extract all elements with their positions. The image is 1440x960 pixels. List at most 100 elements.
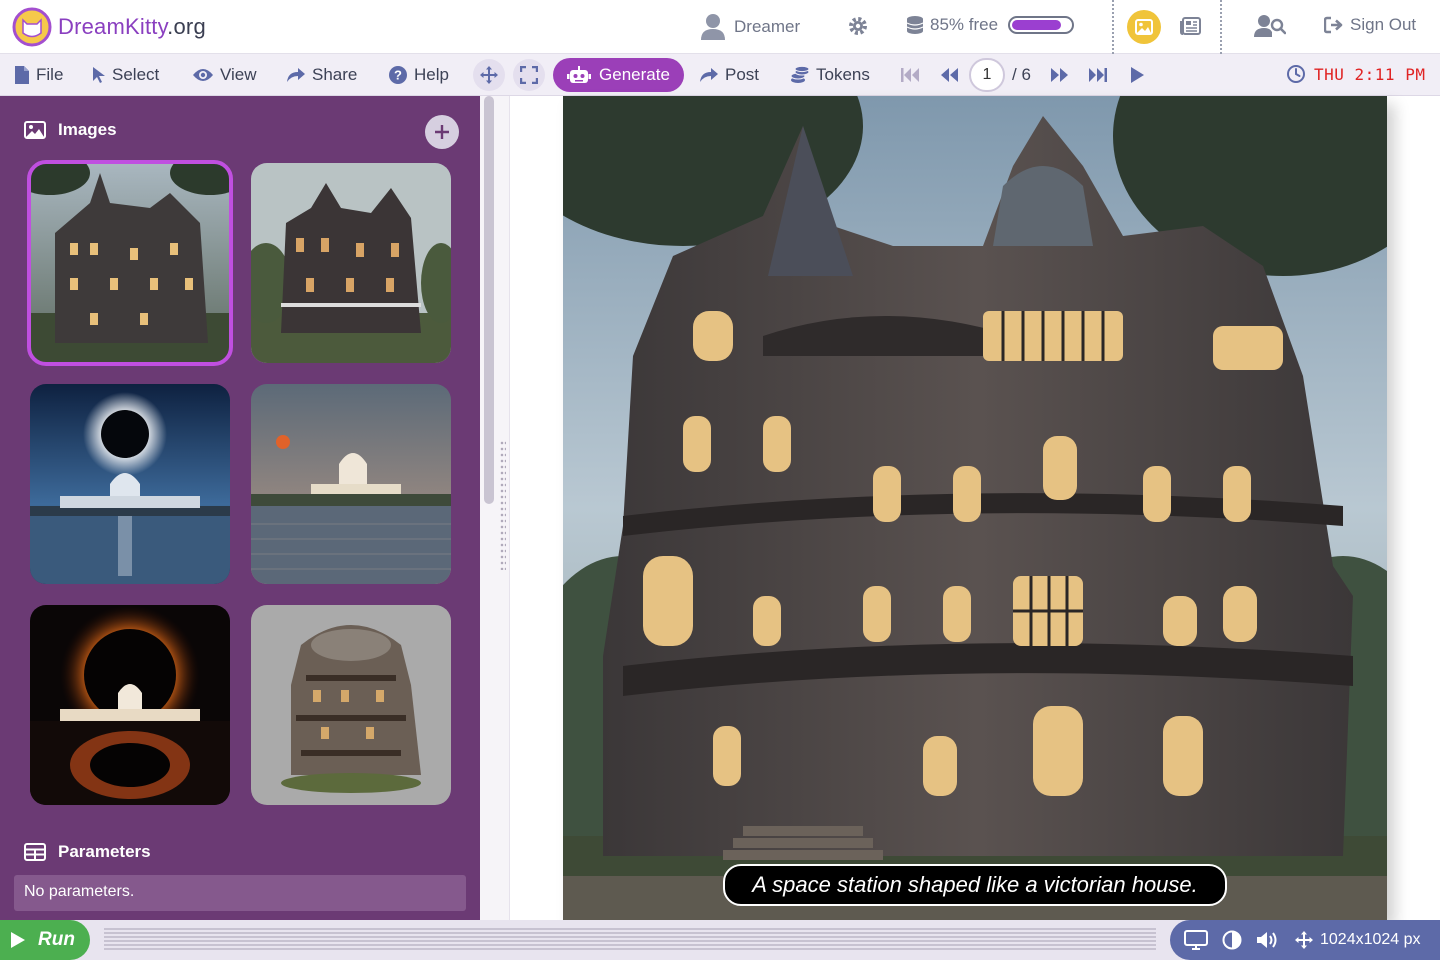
logo-tld: .org xyxy=(167,14,206,39)
volume-icon[interactable] xyxy=(1256,930,1280,950)
select-menu[interactable]: Select xyxy=(92,62,159,88)
expand-icon xyxy=(520,66,538,84)
main-image[interactable] xyxy=(563,96,1387,920)
share-menu-label: Share xyxy=(312,65,358,84)
user-search-icon[interactable] xyxy=(1254,14,1286,38)
generate-button[interactable]: Generate xyxy=(553,58,684,92)
eye-icon xyxy=(193,69,213,81)
play-icon[interactable] xyxy=(1128,66,1148,84)
help-menu-label: Help xyxy=(414,65,449,84)
move-tool-button[interactable] xyxy=(473,59,505,91)
tokens-button[interactable]: Tokens xyxy=(790,62,870,88)
images-icon xyxy=(24,121,46,139)
thumbnail-image xyxy=(251,163,451,363)
svg-text:?: ? xyxy=(394,68,402,83)
run-label: Run xyxy=(38,929,75,950)
logo-name: DreamKitty xyxy=(58,14,168,39)
progress-area xyxy=(104,928,1156,952)
page-number-input[interactable] xyxy=(969,58,1005,92)
thumbnail-eclipse-capitol-2[interactable] xyxy=(30,605,230,805)
clock-icon xyxy=(1287,65,1305,83)
storage-bar xyxy=(1008,16,1075,34)
view-menu-label: View xyxy=(220,65,257,84)
first-page-icon[interactable] xyxy=(900,66,920,84)
move-icon xyxy=(1295,931,1313,949)
clock: THU 2:11 PM xyxy=(1286,64,1425,84)
previous-page-icon[interactable] xyxy=(939,66,959,84)
parameters-header: Parameters xyxy=(24,842,151,862)
storage-label: 85% free xyxy=(930,15,999,34)
next-page-icon[interactable] xyxy=(1050,66,1070,84)
dimensions-readout: 1024x1024 px xyxy=(1294,930,1421,950)
last-page-icon[interactable] xyxy=(1088,66,1108,84)
table-icon xyxy=(24,843,46,861)
coins-icon xyxy=(790,66,810,83)
divider xyxy=(1220,0,1222,54)
sidebar-scrollbar[interactable] xyxy=(484,96,494,504)
thumbnail-image xyxy=(251,605,451,805)
panel-splitter[interactable] xyxy=(480,96,510,920)
file-menu[interactable]: File xyxy=(14,62,63,88)
images-title: Images xyxy=(58,120,117,139)
plus-icon xyxy=(435,125,449,139)
sidebar: Images Parameters No parameters. xyxy=(0,96,480,920)
main-toolbar: File Select View Share ? Help Generate P… xyxy=(0,54,1440,96)
monitor-icon[interactable] xyxy=(1184,930,1208,950)
view-menu[interactable]: View xyxy=(192,62,257,88)
add-image-button[interactable] xyxy=(425,115,459,149)
user-icon xyxy=(701,14,725,40)
status-pill: 1024x1024 px xyxy=(1170,920,1440,960)
storage-bar-fill xyxy=(1012,20,1062,30)
post-label: Post xyxy=(725,65,760,84)
page-total: / 6 xyxy=(1012,65,1031,84)
thumbnail-image xyxy=(30,605,230,805)
contrast-icon[interactable] xyxy=(1222,930,1242,950)
dimensions-label: 1024x1024 px xyxy=(1320,931,1421,948)
generated-image xyxy=(563,96,1387,920)
thumbnail-space-station-house[interactable] xyxy=(251,605,451,805)
images-header: Images xyxy=(24,120,117,140)
image-icon xyxy=(1135,19,1153,35)
thumbnail-image xyxy=(30,163,230,363)
image-badge-button[interactable] xyxy=(1127,10,1161,44)
logo[interactable]: DreamKitty.org xyxy=(12,7,206,47)
share-icon xyxy=(287,68,305,82)
generate-label: Generate xyxy=(599,65,670,84)
bottom-bar: Run 1024x1024 px xyxy=(0,920,1440,960)
post-button[interactable]: Post xyxy=(699,62,759,88)
help-icon: ? xyxy=(389,66,407,84)
reply-icon xyxy=(700,68,718,82)
play-icon xyxy=(11,932,25,948)
image-caption: A space station shaped like a victorian … xyxy=(723,864,1227,906)
thumbnail-capitol-sunset[interactable] xyxy=(251,384,451,584)
gear-icon[interactable] xyxy=(846,14,870,38)
newspaper-icon[interactable] xyxy=(1180,16,1202,36)
sign-out-label: Sign Out xyxy=(1350,15,1417,34)
file-icon xyxy=(15,66,29,84)
resize-grip[interactable] xyxy=(500,440,506,570)
cursor-icon xyxy=(93,67,105,83)
parameters-title: Parameters xyxy=(58,842,151,861)
run-button[interactable]: Run xyxy=(0,920,90,960)
thumbnail-image xyxy=(251,384,451,584)
kitty-logo-icon xyxy=(12,7,52,47)
divider xyxy=(1112,0,1114,54)
user-name: Dreamer xyxy=(734,17,801,36)
robot-icon xyxy=(567,66,592,83)
thumbnail-victorian-space-house-1[interactable] xyxy=(27,160,233,366)
move-icon xyxy=(480,66,498,84)
help-menu[interactable]: ? Help xyxy=(388,62,449,88)
share-menu[interactable]: Share xyxy=(286,62,357,88)
top-bar: DreamKitty.org Dreamer 85% free Sign Out xyxy=(0,0,1440,54)
sign-out-button[interactable]: Sign Out xyxy=(1324,15,1416,35)
thumbnail-eclipse-capitol-1[interactable] xyxy=(30,384,230,584)
clock-time: THU 2:11 PM xyxy=(1314,64,1426,84)
parameters-content: No parameters. xyxy=(14,875,466,911)
thumbnail-image xyxy=(30,384,230,584)
database-icon xyxy=(906,16,924,34)
user-menu[interactable]: Dreamer xyxy=(700,10,800,44)
fullscreen-button[interactable] xyxy=(513,59,545,91)
sign-out-icon xyxy=(1324,16,1343,34)
thumbnail-victorian-house-2[interactable] xyxy=(251,163,451,363)
storage-indicator: 85% free xyxy=(906,15,1075,35)
